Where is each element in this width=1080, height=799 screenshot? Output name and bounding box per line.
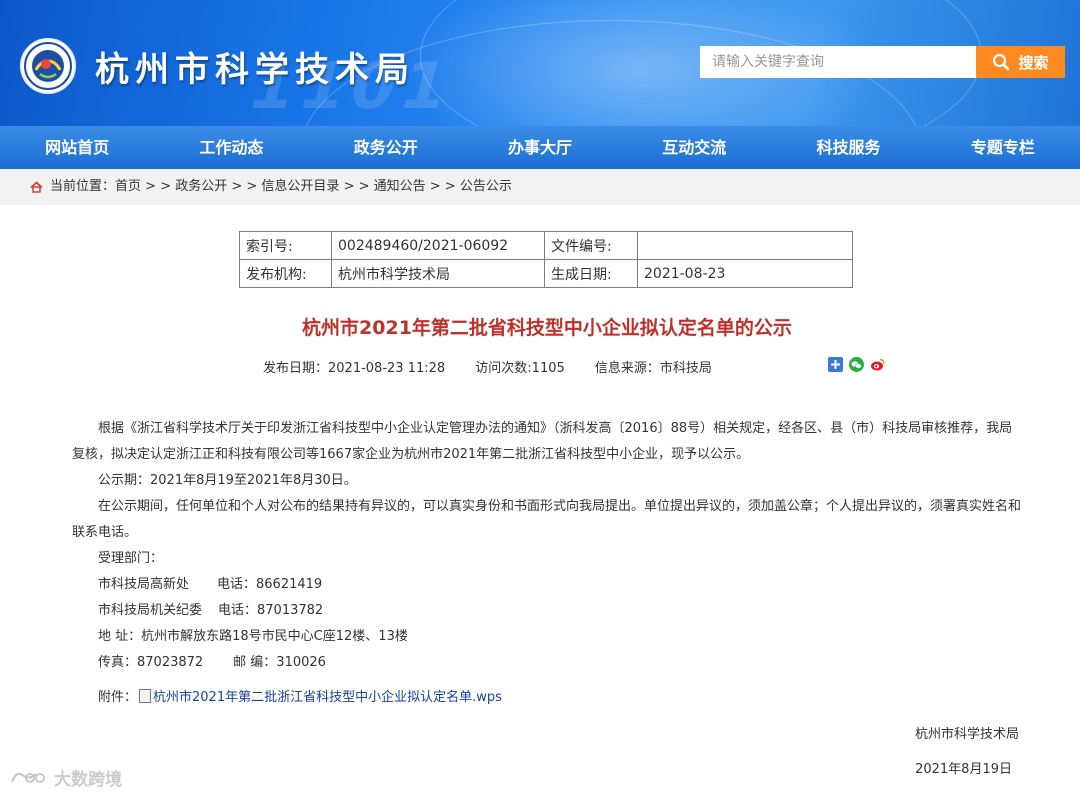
address: 地 址：杭州市解放东路18号市民中心C座12楼、13楼: [98, 629, 408, 644]
breadcrumb-sep: > >: [227, 179, 262, 194]
nav-item-special-topics[interactable]: 专题专栏: [926, 126, 1080, 169]
signature-org: 杭州市科学技术局: [914, 727, 1019, 742]
date-value: 2021-08-23: [637, 259, 853, 288]
site-logo[interactable]: [20, 38, 76, 94]
nav-item-tech-service[interactable]: 科技服务: [771, 126, 925, 169]
breadcrumb-notices[interactable]: 通知公告: [374, 179, 426, 194]
attachment-label: 附件：: [98, 690, 138, 705]
visit-count: 访问次数:1105: [475, 361, 565, 376]
article-body: 根据《浙江省科学技术厅关于印发浙江省科技型中小企业认定管理办法的通知》（浙科发高…: [72, 416, 1022, 676]
article-meta: 发布日期：2021-08-23 11:28 访问次数:1105 信息来源：市科技…: [263, 357, 738, 376]
wechat-icon[interactable]: [849, 357, 864, 372]
breadcrumb-info-catalog[interactable]: 信息公开目录: [261, 179, 339, 194]
fax-row: 传真：87023872 邮 编：310026: [72, 650, 1022, 676]
org-value: 杭州市科学技术局: [331, 259, 545, 288]
dept-row: 市科技局高新处 电话：86621419: [72, 572, 1022, 598]
publicity-period: 公示期：2021年8月19至2021年8月30日。: [98, 473, 357, 488]
nav-item-work-news[interactable]: 工作动态: [154, 126, 308, 169]
index-label: 索引号:: [239, 231, 332, 260]
body-paragraph: 在公示期间，任何单位和个人对公布的结果持有异议的，可以真实身份和书面形式向我局提…: [72, 499, 1022, 540]
share-plus-icon[interactable]: [828, 357, 843, 372]
file-icon: [139, 688, 152, 703]
docno-value: [637, 231, 853, 260]
dept-phone: 电话：87013782: [218, 603, 324, 618]
home-icon: [30, 181, 43, 193]
index-value: 002489460/2021-06092: [331, 231, 545, 260]
search-input[interactable]: [700, 46, 976, 78]
table-row: 发布机构: 杭州市科学技术局 生成日期: 2021-08-23: [239, 259, 853, 288]
info-source: 信息来源：市科技局: [594, 361, 712, 376]
dept-row: 市科技局机关纪委 电话：87013782: [72, 598, 1022, 624]
breadcrumb-sep: > >: [425, 179, 460, 194]
breadcrumb-prefix: 当前位置：: [50, 179, 116, 194]
breadcrumb: 当前位置：首页 > > 政务公开 > > 信息公开目录 > > 通知公告 > >…: [0, 169, 1080, 205]
dept-name: 市科技局机关纪委: [98, 603, 203, 618]
nav-item-gov-affairs[interactable]: 政务公开: [309, 126, 463, 169]
dept-label: 受理部门：: [98, 551, 164, 566]
watermark-logo-icon: [11, 772, 45, 783]
logo-emblem-icon: [24, 42, 72, 90]
share-buttons: [828, 357, 885, 372]
article-title: 杭州市2021年第二批省科技型中小企业拟认定名单的公示: [302, 317, 792, 339]
breadcrumb-sep: > >: [339, 179, 374, 194]
body-paragraph: 根据《浙江省科学技术厅关于印发浙江省科技型中小企业认定管理办法的通知》（浙科发高…: [72, 421, 1013, 462]
fax: 传真：87023872: [98, 655, 204, 670]
watermark-text: 大数跨境: [54, 770, 122, 790]
breadcrumb-announcements[interactable]: 公告公示: [460, 179, 512, 194]
attachment-link[interactable]: 杭州市2021年第二批浙江省科技型中小企业拟认定名单.wps: [153, 686, 502, 705]
nav-item-interaction[interactable]: 互动交流: [617, 126, 771, 169]
nav-item-home[interactable]: 网站首页: [0, 126, 154, 169]
search-button[interactable]: 搜索: [976, 46, 1065, 78]
publish-date: 发布日期：2021-08-23 11:28: [263, 361, 446, 376]
nav-item-service-hall[interactable]: 办事大厅: [463, 126, 617, 169]
watermark: 大数跨境: [10, 765, 122, 790]
docno-label: 文件编号:: [544, 231, 638, 260]
weibo-icon[interactable]: [870, 357, 885, 372]
table-row: 索引号: 002489460/2021-06092 文件编号:: [239, 231, 853, 260]
search-button-label: 搜索: [1018, 53, 1049, 72]
org-label: 发布机构:: [239, 259, 332, 288]
dept-name: 市科技局高新处: [98, 577, 190, 592]
main-nav: 网站首页 工作动态 政务公开 办事大厅 互动交流 科技服务 专题专栏: [0, 126, 1080, 169]
header-banner: 1101 杭州市科学技术局 搜索: [0, 0, 1080, 126]
breadcrumb-sep: > >: [141, 179, 176, 194]
breadcrumb-gov-affairs[interactable]: 政务公开: [175, 179, 227, 194]
dept-phone: 电话：86621419: [217, 577, 323, 592]
document-meta-table: 索引号: 002489460/2021-06092 文件编号: 发布机构: 杭州…: [239, 231, 853, 288]
site-title: 杭州市科学技术局: [95, 50, 415, 90]
search-icon: [993, 53, 1010, 71]
postcode: 邮 编：310026: [233, 655, 326, 670]
signature-date: 2021年8月19日: [915, 762, 1012, 777]
date-label: 生成日期:: [544, 259, 638, 288]
attachment-row: 附件： 杭州市2021年第二批浙江省科技型中小企业拟认定名单.wps: [98, 686, 502, 705]
breadcrumb-home[interactable]: 首页: [115, 179, 141, 194]
